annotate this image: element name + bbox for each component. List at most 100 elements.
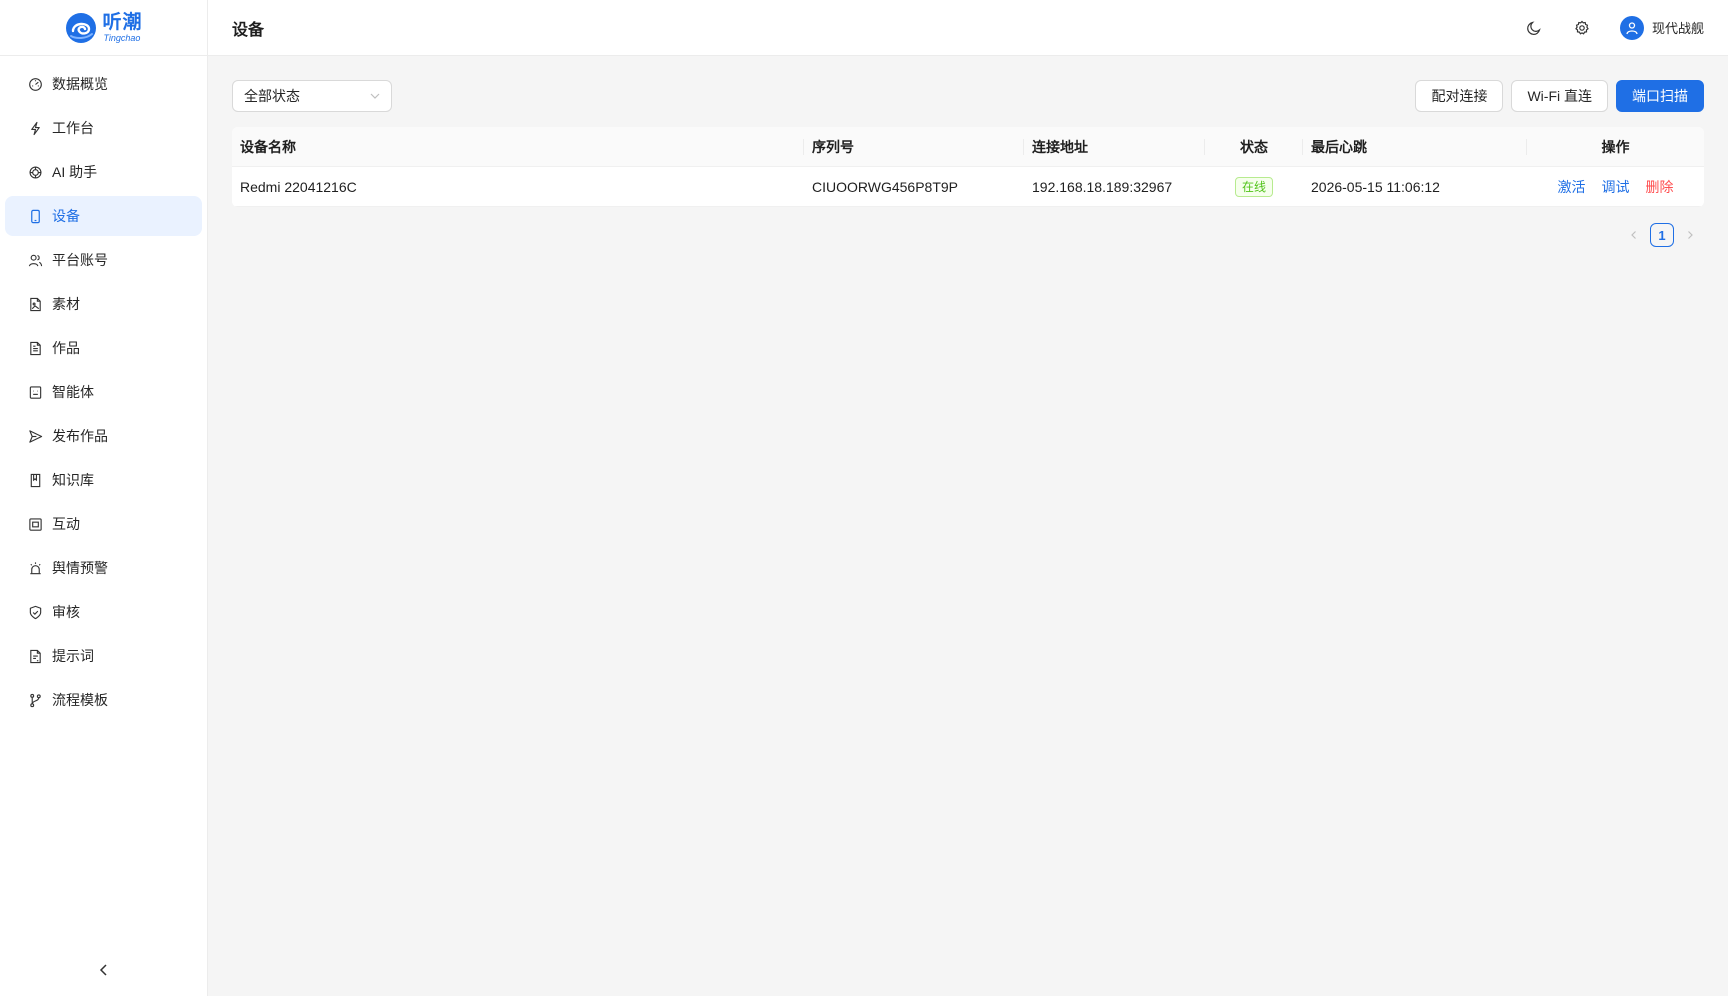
brand-name: 听潮 Tingchao [102, 13, 142, 43]
column-header-status: 状态 [1205, 127, 1303, 166]
sidebar-item-label: 平台账号 [52, 252, 108, 268]
gear-icon [1575, 20, 1589, 35]
chevron-right-icon [1688, 231, 1693, 239]
sidebar-item-agents[interactable]: 智能体 [5, 372, 202, 412]
lightning-icon [31, 121, 40, 135]
robot-icon [29, 385, 42, 399]
sidebar-item-flow-templates[interactable]: 流程模板 [5, 680, 202, 720]
sidebar-item-label: 智能体 [52, 384, 94, 400]
interaction-icon [29, 517, 42, 531]
sidebar-item-devices[interactable]: 设备 [5, 196, 202, 236]
file-text-icon [30, 341, 41, 355]
wifi-direct-button[interactable]: Wi-Fi 直连 [1511, 80, 1608, 112]
sidebar-item-label: 舆情预警 [52, 560, 108, 576]
ai-icon [29, 165, 42, 179]
sidebar-item-label: 数据概览 [52, 76, 108, 92]
chevron-down-icon [370, 93, 380, 99]
settings-button[interactable] [1572, 18, 1592, 38]
file-image-icon [30, 297, 41, 311]
sidebar-item-label: 审核 [52, 604, 80, 620]
devices-table: 设备名称 序列号 连接地址 状态 最后心跳 操作 Redmi 22041216C… [232, 127, 1704, 207]
activate-link[interactable]: 激活 [1558, 177, 1586, 197]
sidebar-item-label: 互动 [52, 516, 80, 532]
sidebar-item-label: 知识库 [52, 472, 94, 488]
sidebar-item-interaction[interactable]: 互动 [5, 504, 202, 544]
shield-check-icon [29, 605, 42, 619]
sidebar-item-workbench[interactable]: 工作台 [5, 108, 202, 148]
header-actions: 现代战舰 [1524, 15, 1704, 40]
sidebar-item-prompts[interactable]: 提示词 [5, 636, 202, 676]
column-header-serial: 序列号 [804, 127, 1024, 166]
sidebar-collapse-button[interactable] [94, 960, 114, 980]
page-number-current[interactable]: 1 [1650, 223, 1674, 247]
sidebar-item-works[interactable]: 作品 [5, 328, 202, 368]
chevron-left-icon [99, 964, 107, 976]
chevron-left-icon [1631, 231, 1636, 239]
row-actions: 激活 调试 删除 [1558, 177, 1674, 197]
top-header: 设备 现代战舰 [208, 0, 1728, 56]
next-page-button[interactable] [1682, 223, 1698, 247]
status-cell: 在线 [1205, 167, 1303, 206]
dashboard-icon [29, 77, 42, 91]
delete-link[interactable]: 删除 [1646, 177, 1674, 197]
file-prompt-icon [30, 649, 41, 663]
tingchao-logo-icon [66, 12, 97, 43]
sidebar-item-label: 流程模板 [52, 692, 108, 708]
sidebar-item-knowledge-base[interactable]: 知识库 [5, 460, 202, 500]
send-icon [29, 429, 43, 443]
address-cell: 192.168.18.189:32967 [1032, 178, 1173, 195]
toolbar: 全部状态 配对连接 Wi-Fi 直连 端口扫描 [232, 80, 1704, 112]
main-content: 全部状态 配对连接 Wi-Fi 直连 端口扫描 设备名称 序列号 连接地址 状态… [232, 80, 1704, 247]
sidebar: 听潮 Tingchao 数据概览 工作台 AI 助手 设备 平台账号 素材 作品… [0, 0, 208, 996]
user-menu[interactable]: 现代战舰 [1619, 15, 1704, 40]
sidebar-item-data-overview[interactable]: 数据概览 [5, 64, 202, 104]
sidebar-item-label: 素材 [52, 296, 80, 312]
sidebar-item-materials[interactable]: 素材 [5, 284, 202, 324]
avatar [1619, 15, 1644, 40]
status-filter-value: 全部状态 [244, 88, 300, 104]
prev-page-button[interactable] [1626, 223, 1642, 247]
debug-link[interactable]: 调试 [1602, 177, 1630, 197]
serial-cell: CIUOORWG456P8T9P [812, 178, 959, 195]
status-badge: 在线 [1234, 176, 1273, 197]
sidebar-item-sentiment-alert[interactable]: 舆情预警 [5, 548, 202, 588]
sidebar-item-label: AI 助手 [52, 164, 98, 180]
table-row: Redmi 22041216C CIUOORWG456P8T9P 192.168… [232, 167, 1704, 207]
device-name-cell: Redmi 22041216C [240, 178, 357, 195]
column-header-device-name: 设备名称 [232, 127, 804, 166]
sidebar-item-label: 作品 [52, 340, 80, 356]
sidebar-item-review[interactable]: 审核 [5, 592, 202, 632]
pagination: 1 [232, 223, 1704, 247]
sidebar-item-ai-assistant[interactable]: AI 助手 [5, 152, 202, 192]
user-icon [1626, 21, 1638, 34]
phone-icon [31, 209, 40, 223]
users-icon [28, 254, 43, 266]
theme-toggle-button[interactable] [1524, 18, 1544, 38]
column-header-actions: 操作 [1601, 138, 1630, 155]
moon-icon [1527, 20, 1541, 35]
sidebar-item-publish-works[interactable]: 发布作品 [5, 416, 202, 456]
sidebar-item-label: 提示词 [52, 648, 94, 664]
column-header-address: 连接地址 [1024, 127, 1205, 166]
action-buttons: 配对连接 Wi-Fi 直连 端口扫描 [1415, 80, 1704, 112]
sidebar-item-platform-accounts[interactable]: 平台账号 [5, 240, 202, 280]
logo[interactable]: 听潮 Tingchao [0, 0, 207, 56]
port-scan-button[interactable]: 端口扫描 [1616, 80, 1704, 112]
table-header: 设备名称 序列号 连接地址 状态 最后心跳 操作 [232, 127, 1704, 167]
pair-connect-button[interactable]: 配对连接 [1415, 80, 1504, 112]
sidebar-nav: 数据概览 工作台 AI 助手 设备 平台账号 素材 作品 智能体 发布作品 知识… [0, 56, 207, 720]
alarm-icon [30, 561, 41, 574]
book-icon [30, 473, 41, 487]
sidebar-item-label: 工作台 [52, 120, 94, 136]
page-title: 设备 [232, 21, 265, 39]
actions-cell: 激活 调试 删除 [1527, 167, 1704, 206]
heartbeat-cell: 2026-05-15 11:06:12 [1311, 178, 1440, 195]
brand-name-cn: 听潮 [102, 11, 143, 33]
brand-name-en: Tingchao [103, 32, 141, 43]
column-header-heartbeat: 最后心跳 [1303, 127, 1527, 166]
user-name: 现代战舰 [1651, 21, 1704, 36]
sidebar-item-label: 发布作品 [52, 428, 108, 444]
sidebar-item-label: 设备 [52, 208, 80, 224]
status-filter-select[interactable]: 全部状态 [232, 80, 392, 112]
branch-icon [30, 693, 41, 707]
